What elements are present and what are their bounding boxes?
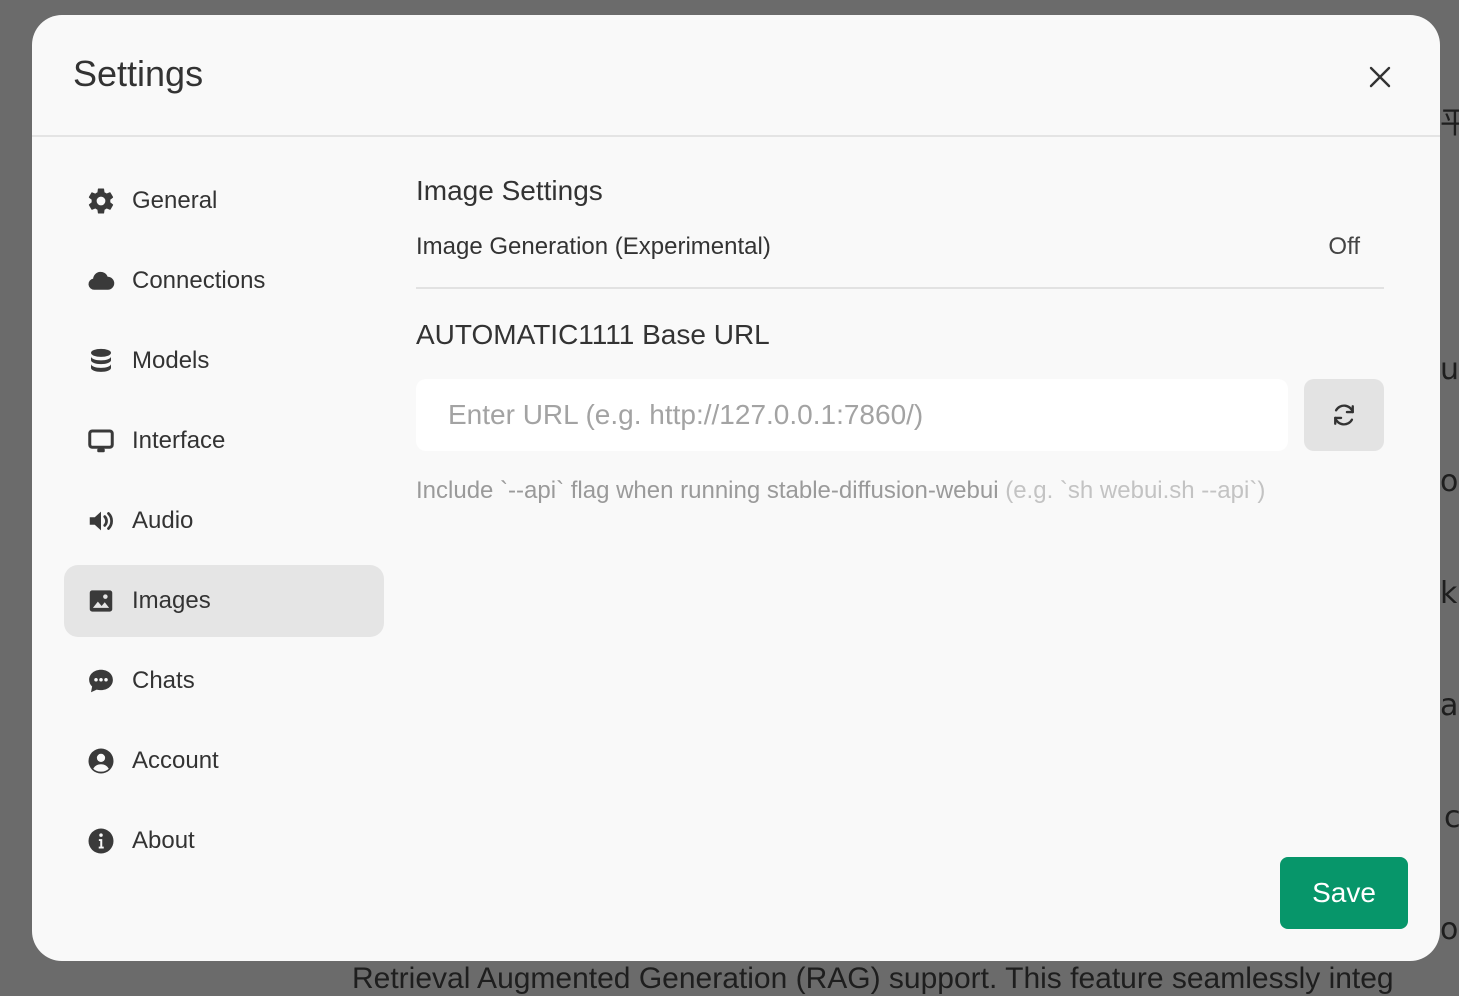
sidebar-item-label: General [132,187,218,214]
base-url-input[interactable] [416,379,1288,451]
base-url-title: AUTOMATIC1111 Base URL [416,319,770,350]
chat-bubble-icon [85,665,117,697]
sidebar-item-account[interactable]: Account [64,725,384,797]
gear-icon [85,185,117,217]
base-url-row [416,379,1384,451]
info-icon [85,825,117,857]
user-circle-icon [85,745,117,777]
modal-header: Settings [32,15,1440,137]
sidebar-item-label: Connections [132,267,266,294]
sidebar-item-label: Interface [132,427,226,454]
background-text: o [1440,912,1459,947]
sidebar-item-about[interactable]: About [64,805,384,877]
close-button[interactable] [1360,57,1400,97]
api-flag-hint: Include `--api` flag when running stable… [416,477,1384,505]
images-settings-panel: Image Settings Image Generation (Experim… [416,165,1384,505]
background-text: Retrieval Augmented Generation (RAG) sup… [352,962,1394,995]
refresh-button[interactable] [1304,379,1384,451]
sidebar-item-interface[interactable]: Interface [64,405,384,477]
hint-example: (e.g. `sh webui.sh --api`) [1005,477,1266,504]
monitor-icon [85,425,117,457]
modal-title: Settings [73,53,204,94]
sidebar-item-chats[interactable]: Chats [64,645,384,717]
sidebar-item-label: Audio [132,507,194,534]
refresh-icon [1334,404,1354,426]
sidebar-item-models[interactable]: Models [64,325,384,397]
sidebar-item-label: Account [132,747,219,774]
image-generation-row: Image Generation (Experimental) Off [416,233,1384,289]
settings-sidebar: General Connections Models Interface Aud… [64,165,384,885]
sidebar-item-label: Chats [132,667,195,694]
close-icon [1369,66,1391,88]
sidebar-item-label: About [132,827,195,854]
background-text: c [1444,800,1459,835]
speaker-icon [85,505,117,537]
image-icon [85,585,117,617]
sidebar-item-connections[interactable]: Connections [64,245,384,317]
settings-modal: Settings General Connections Models Inte… [32,15,1440,961]
cloud-icon [85,265,117,297]
image-generation-toggle[interactable]: Off [1328,233,1360,261]
image-generation-label: Image Generation (Experimental) [416,233,771,260]
database-icon [85,345,117,377]
background-text: a [1440,688,1459,723]
hint-text: Include `--api` flag when running stable… [416,477,1006,504]
background-text: o [1440,464,1459,499]
save-button[interactable]: Save [1280,857,1408,929]
section-title: Image Settings [416,175,603,206]
background-text: 平 [1440,106,1459,141]
sidebar-item-label: Images [132,587,211,614]
sidebar-item-audio[interactable]: Audio [64,485,384,557]
sidebar-item-label: Models [132,347,210,374]
background-text: u [1440,352,1459,387]
sidebar-item-images[interactable]: Images [64,565,384,637]
sidebar-item-general[interactable]: General [64,165,384,237]
background-text: k [1440,576,1458,611]
